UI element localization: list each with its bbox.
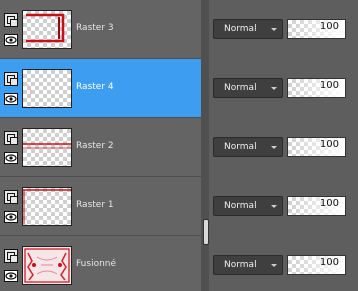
- layer-list: Raster 3 Raster 4 Raster 2 Raster 1 Fusi…: [0, 0, 201, 291]
- layer-row-raster-3[interactable]: Raster 3: [0, 0, 201, 59]
- opacity-field[interactable]: 100: [287, 19, 346, 39]
- blend-mode-value: Normal: [224, 201, 257, 211]
- layer-controls: [3, 236, 19, 291]
- layer-group-icon[interactable]: [4, 72, 18, 86]
- visibility-eye-icon[interactable]: [4, 270, 18, 282]
- layer-thumbnail: [22, 10, 72, 49]
- chevron-down-icon: [271, 146, 277, 149]
- layer-name: Raster 4: [76, 82, 114, 92]
- raster2-art: [23, 143, 71, 149]
- blend-mode-dropdown[interactable]: Normal: [213, 137, 283, 157]
- layer-group-icon[interactable]: [4, 249, 18, 263]
- layer-name: Raster 3: [76, 23, 114, 33]
- layer-properties: Normal 100 Normal 100 Normal 100 Normal …: [209, 0, 358, 291]
- opacity-value: 100: [319, 139, 339, 150]
- layer-name: Raster 2: [76, 141, 114, 151]
- layer-controls: [3, 177, 19, 236]
- layer-controls: [3, 0, 19, 59]
- layer-name: Raster 1: [76, 200, 114, 210]
- layer-thumbnail: [22, 128, 72, 167]
- visibility-eye-icon[interactable]: [4, 211, 18, 223]
- panel-divider: [201, 0, 209, 291]
- visibility-eye-icon[interactable]: [4, 93, 18, 105]
- chevron-down-icon: [271, 205, 277, 208]
- opacity-field[interactable]: 100: [287, 255, 346, 275]
- layer-row-raster-2[interactable]: Raster 2: [0, 118, 201, 177]
- layer-group-icon[interactable]: [4, 13, 18, 27]
- layer-thumbnail: [22, 187, 72, 226]
- layer-name: Fusionné: [76, 259, 117, 269]
- fusionne-art: [24, 248, 70, 283]
- layer-props-row: Normal 100: [209, 177, 358, 236]
- opacity-value: 100: [319, 80, 339, 91]
- layer-thumbnail: [22, 69, 72, 108]
- chevron-down-icon: [271, 264, 277, 267]
- raster4-art: [26, 83, 32, 99]
- layer-group-icon[interactable]: [4, 131, 18, 145]
- layer-group-icon[interactable]: [4, 190, 18, 204]
- layer-row-raster-4[interactable]: Raster 4: [0, 59, 201, 118]
- blend-mode-value: Normal: [224, 142, 257, 152]
- raster1-art: [23, 189, 71, 224]
- chevron-down-icon: [271, 87, 277, 90]
- chevron-down-icon: [271, 28, 277, 31]
- blend-mode-dropdown[interactable]: Normal: [213, 19, 283, 39]
- layer-props-row: Normal 100: [209, 59, 358, 118]
- visibility-eye-icon[interactable]: [4, 34, 18, 46]
- layer-row-fusionne[interactable]: Fusionné: [0, 236, 201, 291]
- blend-mode-value: Normal: [224, 83, 257, 93]
- opacity-value: 100: [319, 21, 339, 32]
- opacity-value: 100: [319, 198, 339, 209]
- raster3-art: [26, 13, 65, 43]
- blend-mode-value: Normal: [224, 24, 257, 34]
- opacity-field[interactable]: 100: [287, 196, 346, 216]
- layer-row-raster-1[interactable]: Raster 1: [0, 177, 201, 236]
- layers-palette: Raster 3 Raster 4 Raster 2 Raster 1 Fusi…: [0, 0, 358, 291]
- layer-controls: [3, 59, 19, 118]
- blend-mode-dropdown[interactable]: Normal: [213, 196, 283, 216]
- opacity-field[interactable]: 100: [287, 78, 346, 98]
- blend-mode-value: Normal: [224, 260, 257, 270]
- blend-mode-dropdown[interactable]: Normal: [213, 78, 283, 98]
- opacity-field[interactable]: 100: [287, 137, 346, 157]
- layer-props-row: Normal 100: [209, 0, 358, 59]
- layer-props-row: Normal 100: [209, 236, 358, 291]
- layer-thumbnail: [22, 246, 72, 285]
- visibility-eye-icon[interactable]: [4, 152, 18, 164]
- blend-mode-dropdown[interactable]: Normal: [213, 255, 283, 275]
- layer-props-row: Normal 100: [209, 118, 358, 177]
- opacity-value: 100: [319, 257, 339, 268]
- layer-controls: [3, 118, 19, 177]
